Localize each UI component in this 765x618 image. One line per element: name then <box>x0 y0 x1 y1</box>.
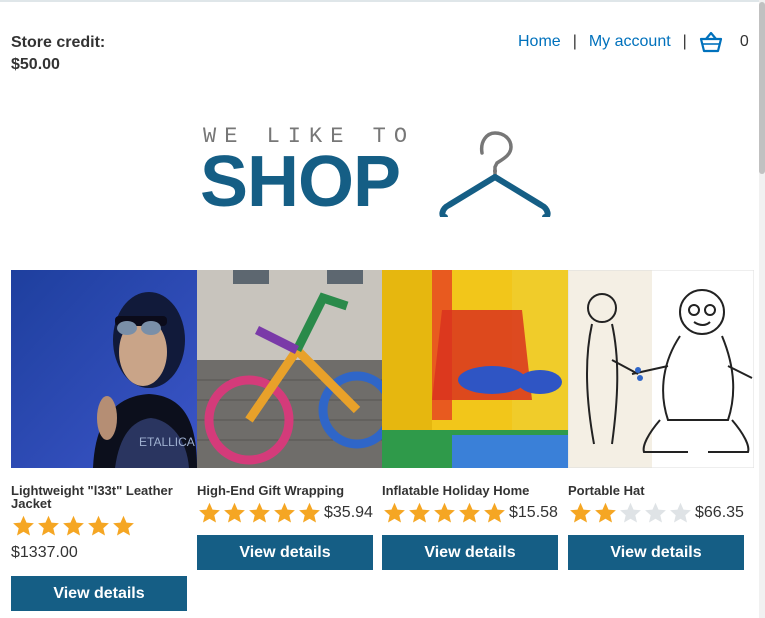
star-rating <box>11 514 136 538</box>
star-filled-icon <box>38 515 59 536</box>
star-filled-icon <box>249 502 270 523</box>
product-image[interactable] <box>382 270 568 468</box>
product-price: $35.94 <box>324 504 373 521</box>
product-card: ETALLICA Lightweight "l33t" Leather Jack… <box>11 270 197 611</box>
product-image[interactable]: ETALLICA <box>11 270 197 468</box>
star-filled-icon <box>274 502 295 523</box>
star-filled-icon <box>13 515 34 536</box>
star-filled-icon <box>409 502 430 523</box>
product-price: $66.35 <box>695 504 744 521</box>
star-empty-icon <box>620 502 641 523</box>
product-image[interactable] <box>197 270 383 468</box>
star-filled-icon <box>88 515 109 536</box>
star-filled-icon <box>299 502 320 523</box>
product-card: Portable Hat $66.35 View details <box>568 270 754 570</box>
view-details-button[interactable]: View details <box>197 535 373 570</box>
product-grid: ETALLICA Lightweight "l33t" Leather Jack… <box>11 270 765 618</box>
star-rating <box>197 501 322 525</box>
star-filled-icon <box>595 502 616 523</box>
store-credit-value: $50.00 <box>11 56 60 73</box>
star-filled-icon <box>224 502 245 523</box>
star-rating <box>382 501 507 525</box>
view-details-button[interactable]: View details <box>382 535 558 570</box>
product-image[interactable] <box>568 270 754 468</box>
star-rating <box>568 501 693 525</box>
hanger-icon <box>439 131 551 217</box>
product-card: High-End Gift Wrapping $35.94 View detai… <box>197 270 383 570</box>
view-details-button[interactable]: View details <box>11 576 187 611</box>
star-filled-icon <box>434 502 455 523</box>
star-filled-icon <box>570 502 591 523</box>
shop-logo[interactable]: WE LIKE TO SHOP <box>200 122 560 222</box>
product-title[interactable]: Inflatable Holiday Home <box>382 484 558 497</box>
product-title[interactable]: High-End Gift Wrapping <box>197 484 373 497</box>
product-title[interactable]: Portable Hat <box>568 484 744 497</box>
nav-my-account-link[interactable]: My account <box>589 32 671 52</box>
product-price: $15.58 <box>509 504 558 521</box>
logo-word: SHOP <box>200 142 401 222</box>
star-filled-icon <box>63 515 84 536</box>
rating-row: $35.94 <box>197 500 373 526</box>
nav-separator: | <box>682 33 687 50</box>
nav-home-link[interactable]: Home <box>518 32 561 52</box>
star-filled-icon <box>384 502 405 523</box>
star-empty-icon <box>645 502 666 523</box>
svg-text:ETALLICA: ETALLICA <box>139 435 195 449</box>
page-scrollbar[interactable] <box>759 0 765 618</box>
product-card: Inflatable Holiday Home $15.58 View deta… <box>382 270 568 570</box>
store-credit-label: Store credit: <box>11 34 106 51</box>
cart-count[interactable]: 0 <box>740 32 749 52</box>
rating-row <box>11 513 187 539</box>
scrollbar-thumb[interactable] <box>759 2 765 174</box>
nav-separator: | <box>572 33 577 50</box>
store-credit: Store credit: $50.00 <box>11 32 105 76</box>
product-title[interactable]: Lightweight "l33t" Leather Jacket <box>11 484 187 510</box>
star-filled-icon <box>459 502 480 523</box>
star-filled-icon <box>113 515 134 536</box>
star-empty-icon <box>670 502 691 523</box>
top-nav: Home | My account | 0 <box>518 31 749 53</box>
top-border <box>0 0 765 2</box>
product-price: $1337.00 <box>11 544 78 561</box>
star-filled-icon <box>484 502 505 523</box>
rating-row: $15.58 <box>382 500 558 526</box>
star-filled-icon <box>199 502 220 523</box>
basket-icon[interactable] <box>699 31 723 53</box>
view-details-button[interactable]: View details <box>568 535 744 570</box>
rating-row: $66.35 <box>568 500 744 526</box>
